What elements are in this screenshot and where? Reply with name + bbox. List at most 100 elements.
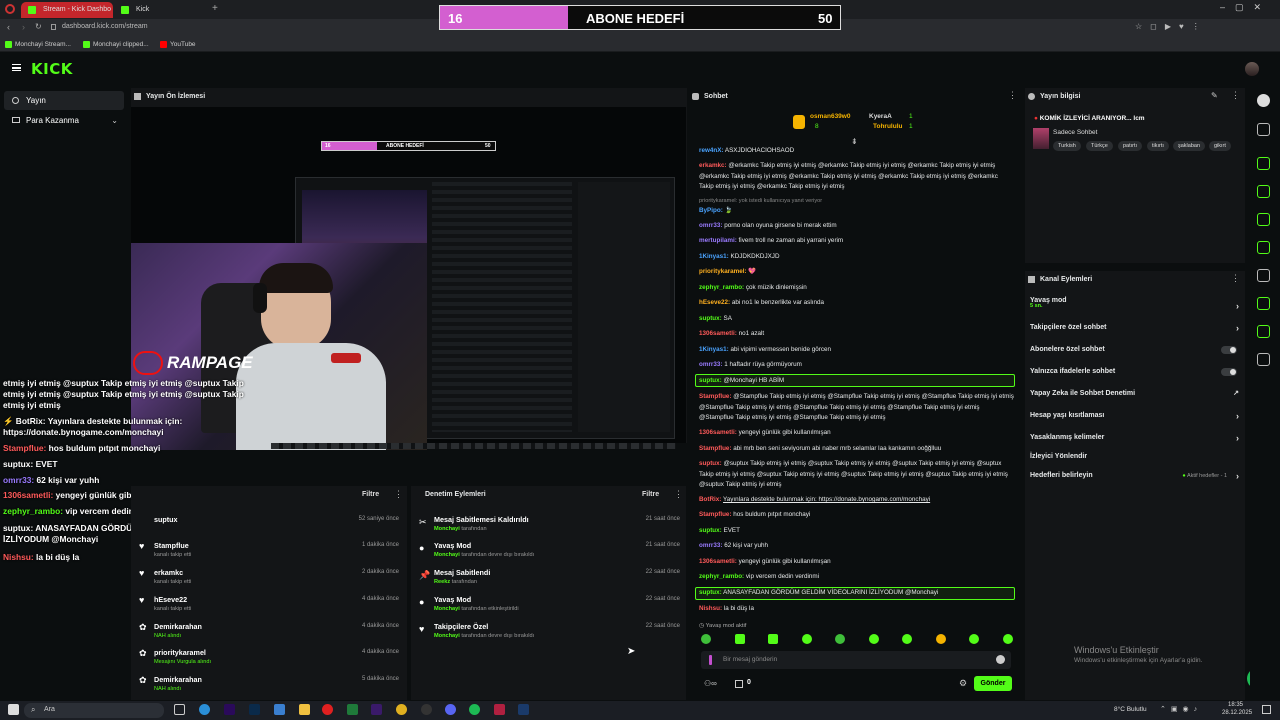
clock-time[interactable]: 18:35 — [1228, 702, 1243, 708]
activity-item: suptux 52 saniye önce — [154, 515, 399, 524]
rail-page-icon[interactable] — [1257, 297, 1270, 310]
discord-icon[interactable] — [445, 704, 456, 715]
action-slow-mode[interactable]: Yavaş mod 5 sn. › — [1030, 292, 1245, 312]
pinned-expand-icon[interactable]: ⇟ — [851, 137, 858, 146]
emote-icon[interactable] — [701, 634, 711, 644]
rail-bolt-icon[interactable] — [1257, 185, 1270, 198]
emote-icon[interactable] — [734, 634, 745, 644]
edge-icon[interactable] — [199, 704, 210, 715]
action-ai-moderation[interactable]: Yapay Zeka ile Sohbet Denetimi ↗ — [1030, 384, 1245, 404]
chat-input[interactable]: Bir mesaj gönderin — [701, 651, 1011, 669]
task-view-icon[interactable] — [174, 704, 185, 715]
search-icon: ⌕ — [31, 705, 36, 714]
obs-icon[interactable] — [421, 704, 432, 715]
stream-tag[interactable]: tikırtı — [1147, 141, 1169, 151]
stream-category[interactable]: Sadece Sohbet — [1053, 129, 1097, 136]
bookmark-monchayi-stream[interactable]: Monchayi Stream... — [5, 40, 71, 49]
explorer-icon[interactable] — [299, 704, 310, 715]
moderation-filter-button[interactable]: Filtre — [642, 491, 659, 498]
steam-icon[interactable] — [518, 704, 529, 715]
action-subscribers-only[interactable]: Abonelere özel sohbet — [1030, 340, 1245, 360]
emote-icon[interactable] — [1002, 634, 1013, 644]
send-button[interactable]: Gönder — [974, 676, 1012, 691]
windows-start-icon[interactable] — [8, 704, 19, 715]
bookmark-monchayi-clipped[interactable]: Monchayi clipped... — [83, 40, 149, 49]
rail-message-icon[interactable] — [1257, 241, 1270, 254]
stream-tag[interactable]: gikırt — [1209, 141, 1231, 151]
emoji-picker-icon[interactable] — [996, 655, 1005, 664]
photoshop-icon[interactable] — [249, 704, 260, 715]
mail-icon[interactable] — [274, 704, 285, 715]
chat-menu-icon[interactable] — [1008, 90, 1017, 101]
excel-icon[interactable] — [347, 704, 358, 715]
overlay-chat-line: Nishsu: la bi düş la — [3, 552, 80, 562]
overlay-chat-line: omrr33: 62 kişi var yuhh — [3, 475, 100, 485]
tray-icons[interactable]: ⌃▣◉♪ — [1160, 705, 1202, 713]
emote-icon[interactable] — [868, 634, 879, 644]
rail-info-icon[interactable] — [1257, 94, 1270, 107]
action-raid[interactable]: İzleyici Yönlendir — [1030, 447, 1245, 467]
opera-gx-icon[interactable] — [494, 704, 505, 715]
action-followers-only[interactable]: Takipçilere özel sohbet › — [1030, 318, 1245, 338]
rail-share-icon[interactable] — [1257, 353, 1270, 366]
bookmark-icon — [83, 41, 90, 48]
rail-target-icon[interactable] — [1257, 157, 1270, 170]
action-emotes-only[interactable]: Yalnızca ifadelerle sohbet — [1030, 362, 1245, 382]
rail-chat-icon[interactable] — [1257, 123, 1270, 136]
rail-link-icon[interactable] — [1257, 269, 1270, 282]
stream-info-menu-icon[interactable] — [1231, 90, 1240, 101]
emote-icon[interactable] — [768, 634, 779, 644]
moderation-menu-icon[interactable] — [674, 489, 683, 500]
bookmark-youtube[interactable]: YouTube — [160, 40, 196, 49]
subscribers-only-toggle[interactable] — [1221, 346, 1237, 354]
notifications-icon[interactable] — [1262, 705, 1271, 714]
activity-item: ♥ Stampflue kanalı takip etti 1 dakika ö… — [139, 541, 399, 558]
nav-item-monetization[interactable]: Para Kazanma ⌄ — [4, 111, 124, 130]
premiere-icon[interactable] — [224, 704, 235, 715]
forward-icon[interactable]: › — [22, 22, 25, 32]
url-field[interactable]: dashboard.kick.com/stream — [62, 23, 148, 30]
action-goals[interactable]: Hedefleri belirleyin ● Aktif hedefler - … — [1030, 466, 1245, 486]
emote-icon[interactable] — [935, 634, 946, 644]
nav-item-stream[interactable]: Yayın — [4, 91, 124, 110]
rail-wrench-icon[interactable] — [1257, 325, 1270, 338]
edit-icon[interactable]: ✎ — [1211, 91, 1218, 100]
emote-icon[interactable] — [835, 634, 846, 644]
chrome-icon[interactable] — [396, 704, 407, 715]
weather[interactable]: 8°C Bulutlu — [1114, 706, 1147, 713]
action-account-age[interactable]: Hesap yaşı kısıtlaması › — [1030, 406, 1245, 426]
after-effects-icon[interactable] — [371, 704, 382, 715]
points-icon — [735, 680, 743, 688]
clock-date[interactable]: 28.12.2025 — [1222, 710, 1252, 716]
browser-menu-icon[interactable] — [5, 4, 15, 14]
action-banned-words[interactable]: Yasaklanmış kelimeler › — [1030, 428, 1245, 448]
chat-users-icon[interactable]: ⚇∞ — [704, 679, 717, 688]
reload-icon[interactable]: ↻ — [35, 22, 42, 31]
opera-icon[interactable] — [322, 704, 333, 715]
chat-message: suptux: EVET — [699, 527, 740, 534]
kick-logo[interactable]: KICK — [31, 60, 73, 78]
browser-tab-kick[interactable]: Kick — [114, 2, 204, 18]
emote-icon[interactable] — [902, 634, 913, 644]
emote-icon[interactable] — [969, 634, 980, 644]
taskbar-search[interactable]: ⌕ Ara — [24, 703, 164, 718]
activity-menu-icon[interactable] — [394, 489, 403, 500]
stream-tag[interactable]: Turkish — [1053, 141, 1081, 151]
chat-settings-icon[interactable]: ⚙ — [959, 678, 967, 689]
new-tab-icon[interactable]: + — [212, 3, 218, 14]
channel-points[interactable]: 0 — [747, 679, 751, 686]
chat-message: rew4nX: ASXJDIOHACIOHSAOD — [699, 147, 795, 154]
stream-tag[interactable]: şaklaban — [1173, 141, 1206, 151]
spotify-icon[interactable] — [469, 704, 480, 715]
stream-tag[interactable]: patırtı — [1118, 141, 1143, 151]
emote-icon[interactable] — [801, 634, 812, 644]
user-avatar[interactable] — [1245, 62, 1259, 76]
activity-filter-button[interactable]: Filtre — [362, 491, 379, 498]
browser-tab-kick-dashboard[interactable]: Stream - Kick Dashbo — [21, 2, 113, 18]
rail-doc-icon[interactable] — [1257, 213, 1270, 226]
stream-tag[interactable]: Türkçe — [1086, 141, 1113, 151]
channel-actions-menu-icon[interactable] — [1231, 273, 1240, 284]
browser-toolbar-icons[interactable]: ☆◻▶♥⋮ — [1135, 22, 1208, 31]
back-icon[interactable]: ‹ — [7, 22, 10, 32]
emotes-only-toggle[interactable] — [1221, 368, 1237, 376]
